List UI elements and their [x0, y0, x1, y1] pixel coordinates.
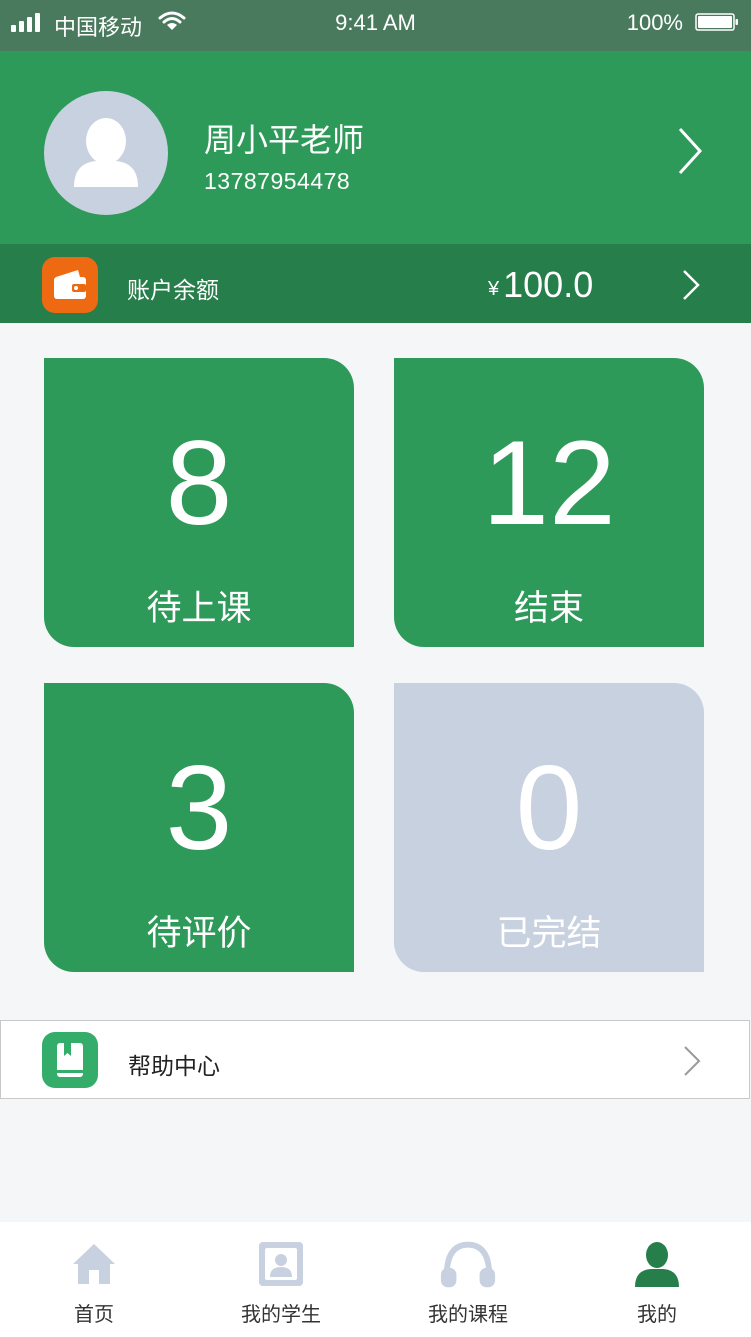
stat-card-finished[interactable]: 12 结束: [394, 358, 704, 647]
stat-card-pending-class[interactable]: 8 待上课: [44, 358, 354, 647]
stat-label: 待评价: [146, 914, 252, 953]
tab-label: 我的: [637, 1304, 677, 1326]
profile-header[interactable]: 周小平老师 13787954478: [0, 51, 751, 244]
stat-count: 12: [482, 416, 616, 550]
home-icon: [73, 1244, 115, 1284]
tab-label: 我的学生: [241, 1304, 321, 1326]
tab-label: 首页: [74, 1304, 114, 1326]
tab-my-students[interactable]: 我的学生: [187, 1222, 375, 1337]
tab-mine[interactable]: 我的: [563, 1222, 751, 1337]
tab-label: 我的课程: [428, 1304, 508, 1326]
stat-label: 结束: [513, 589, 584, 628]
help-center-row[interactable]: 帮助中心: [0, 1020, 750, 1099]
help-center-label: 帮助中心: [128, 1053, 220, 1079]
book-icon: [42, 1032, 98, 1088]
stat-count: 0: [515, 741, 583, 875]
stat-count: 3: [165, 741, 233, 875]
tab-home[interactable]: 首页: [0, 1222, 188, 1337]
battery-percent: 100%: [626, 10, 683, 35]
stat-label: 待上课: [146, 589, 252, 628]
chevron-right-icon[interactable]: [672, 123, 708, 179]
bottom-tab-bar: 首页 我的学生 我的课程 我的: [0, 1222, 751, 1337]
currency-symbol: ¥: [488, 278, 500, 300]
stat-label: 已完结: [496, 914, 602, 953]
headphones-icon: [440, 1241, 496, 1288]
tab-my-courses[interactable]: 我的课程: [374, 1222, 562, 1337]
student-icon: [259, 1242, 303, 1286]
chevron-right-icon[interactable]: [681, 1044, 703, 1078]
status-bar: 中国移动 9:41 AM 100%: [0, 0, 751, 51]
teacher-phone: 13787954478: [204, 168, 351, 194]
balance-label: 账户余额: [127, 277, 219, 303]
teacher-name: 周小平老师: [204, 122, 365, 158]
battery-icon: [695, 13, 738, 31]
stat-count: 8: [165, 416, 233, 550]
user-silhouette-icon: [74, 118, 138, 187]
avatar[interactable]: [44, 91, 168, 215]
chevron-right-icon[interactable]: [680, 268, 702, 302]
stat-card-pending-review[interactable]: 3 待评价: [44, 683, 354, 972]
balance-value: 100.0: [503, 264, 594, 305]
account-balance-row[interactable]: 账户余额 ¥100.0: [0, 244, 751, 323]
wallet-icon: [42, 257, 98, 313]
stat-card-completed[interactable]: 0 已完结: [394, 683, 704, 972]
person-icon: [635, 1242, 679, 1287]
balance-amount: ¥100.0: [488, 264, 593, 306]
